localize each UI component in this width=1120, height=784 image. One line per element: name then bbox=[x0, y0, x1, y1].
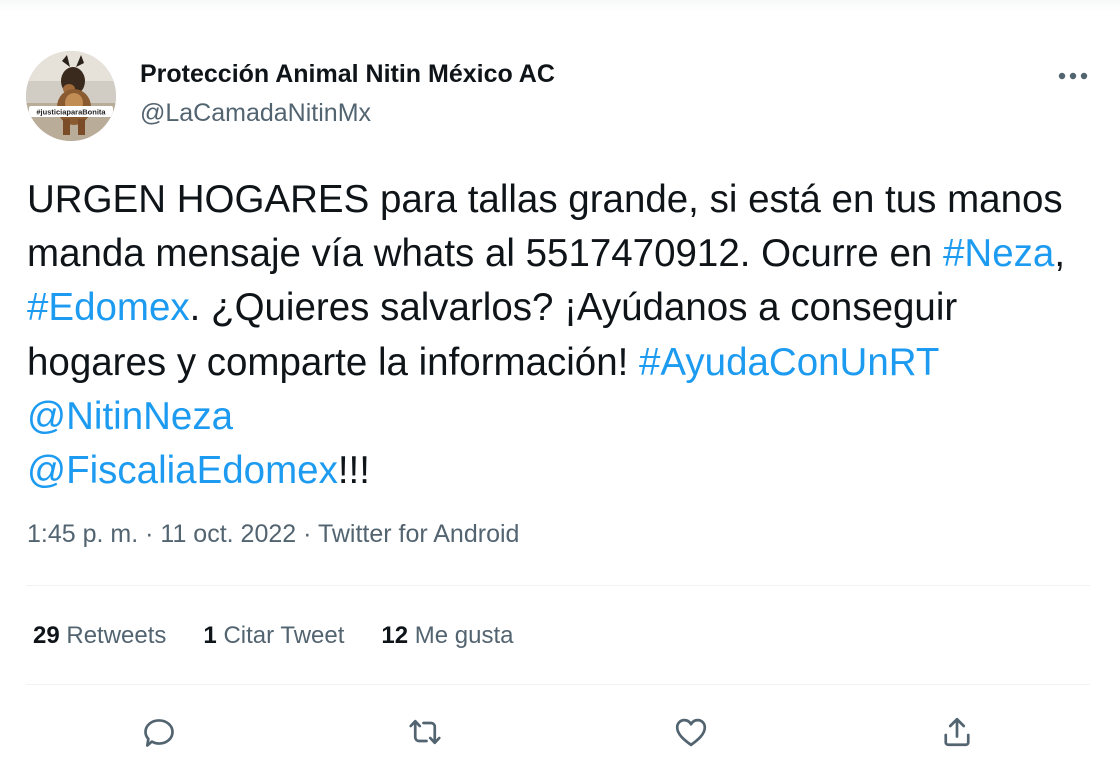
mention-nitinneza-link[interactable]: @NitinNeza bbox=[27, 395, 233, 438]
likes-count: 12 bbox=[381, 622, 409, 649]
tweet-time-link[interactable]: 1:45 p. m. bbox=[27, 520, 138, 548]
retweets-label: Retweets bbox=[66, 622, 167, 649]
text-segment: !!! bbox=[337, 449, 370, 493]
text-segment: URGEN HOGARES para tallas grande, si est… bbox=[27, 178, 1063, 276]
tweet-text: URGEN HOGARES para tallas grande, si est… bbox=[27, 173, 1097, 498]
meta-separator: · bbox=[303, 520, 312, 548]
divider bbox=[26, 684, 1090, 685]
avatar-badge-text: #justiciaparaBonita bbox=[36, 108, 106, 117]
quotes-label: Citar Tweet bbox=[223, 622, 345, 649]
likes-stat-link[interactable]: 12 Me gusta bbox=[381, 622, 513, 650]
share-icon bbox=[944, 717, 970, 747]
likes-label: Me gusta bbox=[414, 622, 514, 649]
tweet-meta: 1:45 p. m. · 11 oct. 2022 · Twitter for … bbox=[27, 520, 519, 549]
hashtag-ayudaconunrt-link[interactable]: #AyudaConUnRT bbox=[639, 341, 939, 384]
dog-photo: #justiciaparaBonita bbox=[26, 51, 116, 141]
like-button[interactable] bbox=[669, 710, 713, 754]
avatar[interactable]: #justiciaparaBonita bbox=[26, 51, 116, 141]
more-horizontal-icon bbox=[1058, 72, 1088, 80]
reply-button[interactable] bbox=[137, 710, 181, 754]
meta-separator: · bbox=[145, 520, 154, 548]
more-options-button[interactable] bbox=[1052, 58, 1094, 94]
retweets-count: 29 bbox=[33, 622, 60, 649]
tweet-date-link[interactable]: 11 oct. 2022 bbox=[160, 520, 296, 548]
heart-icon bbox=[675, 718, 707, 747]
tweet-detail: #justiciaparaBonita Protección Animal Ni… bbox=[0, 0, 1120, 784]
author-handle[interactable]: @LaCamadaNitinMx bbox=[140, 99, 371, 128]
divider bbox=[26, 585, 1090, 586]
reply-icon bbox=[144, 719, 174, 747]
tweet-source-link[interactable]: Twitter for Android bbox=[318, 520, 519, 548]
retweet-icon bbox=[409, 719, 441, 745]
share-button[interactable] bbox=[935, 710, 979, 754]
text-segment: , bbox=[1054, 232, 1066, 276]
tweet-stats: 29 Retweets 1 Citar Tweet 12 Me gusta bbox=[33, 622, 513, 650]
quotes-stat-link[interactable]: 1 Citar Tweet bbox=[203, 622, 344, 650]
hashtag-neza-link[interactable]: #Neza bbox=[943, 232, 1054, 275]
quotes-count: 1 bbox=[203, 622, 217, 649]
retweet-button[interactable] bbox=[403, 710, 447, 754]
hashtag-edomex-link[interactable]: #Edomex bbox=[27, 286, 190, 329]
top-edge bbox=[0, 0, 1120, 12]
retweets-stat-link[interactable]: 29 Retweets bbox=[33, 622, 166, 650]
author-display-name[interactable]: Protección Animal Nitin México AC bbox=[140, 60, 555, 89]
mention-fiscaliaedomex-link[interactable]: @FiscaliaEdomex bbox=[27, 449, 338, 492]
